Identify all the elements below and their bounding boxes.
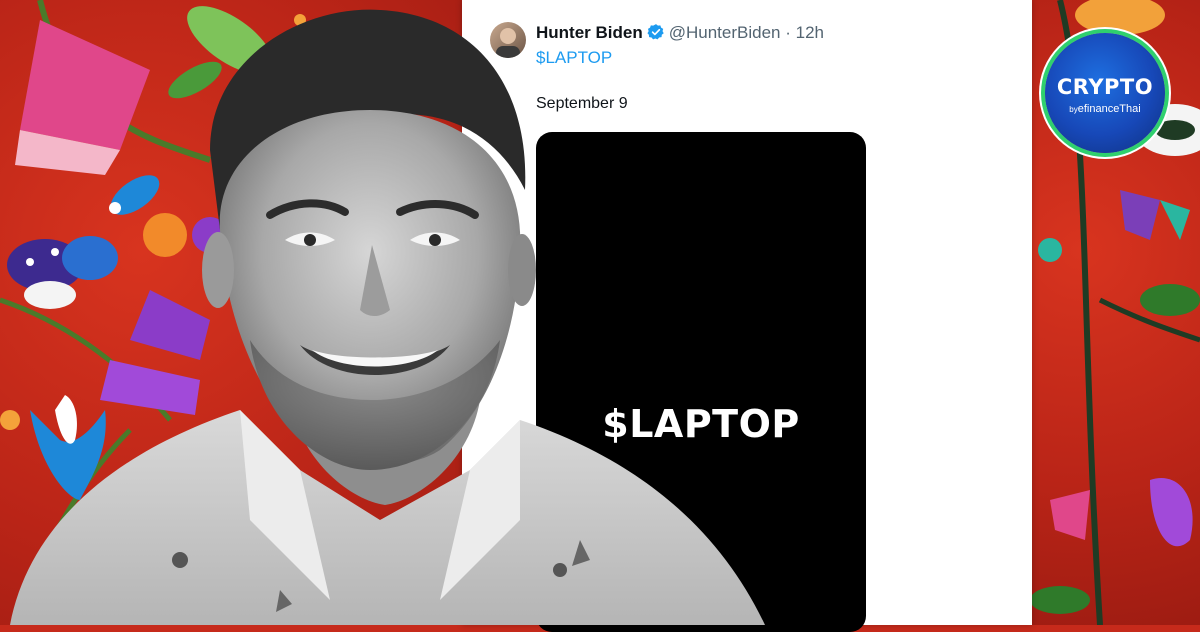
logo-main-text: CRYPTO [1056, 75, 1154, 99]
logo-brand-text: efinanceThai [1077, 103, 1141, 115]
separator-dot: · [785, 23, 791, 42]
crypto-efinancethai-logo: CRYPTO byefinanceThai [1045, 33, 1165, 153]
logo-sub-text: byefinanceThai [1045, 103, 1165, 115]
person-portrait [0, 0, 770, 625]
tweet-timestamp[interactable]: 12h [796, 23, 824, 42]
logo-by-text: by [1069, 105, 1078, 114]
